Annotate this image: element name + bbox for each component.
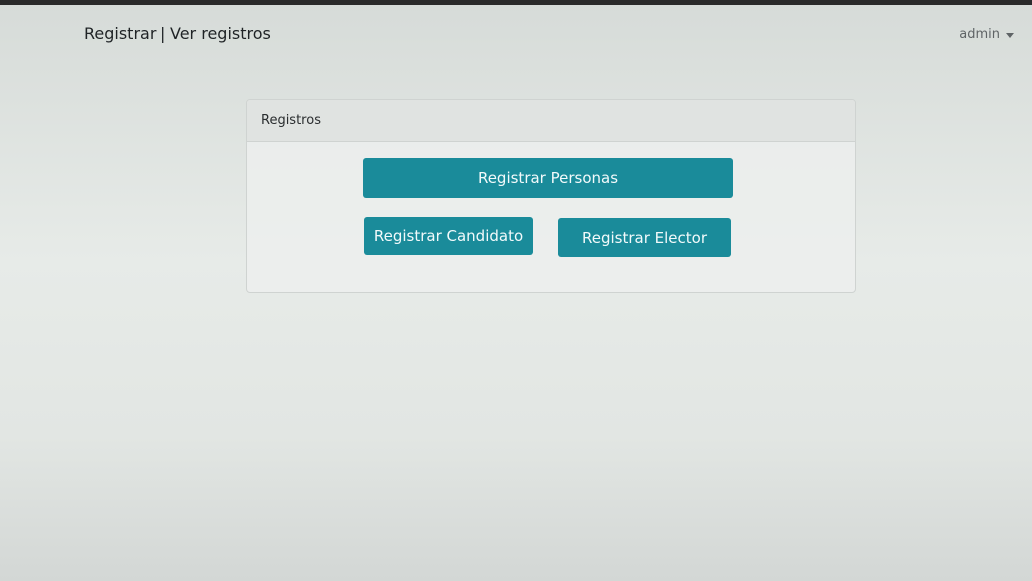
top-navbar: Registrar | Ver registros admin xyxy=(0,5,1032,67)
user-menu-dropdown[interactable]: admin xyxy=(959,27,1014,42)
panel-heading: Registros xyxy=(247,100,855,142)
registros-panel: Registros Registrar Personas Registrar C… xyxy=(246,99,856,293)
nav-link-ver-registros[interactable]: Ver registros xyxy=(170,24,271,43)
register-people-button[interactable]: Registrar Personas xyxy=(363,158,733,198)
nav-link-registrar[interactable]: Registrar xyxy=(84,24,156,43)
caret-down-icon xyxy=(1006,33,1014,38)
register-candidate-button[interactable]: Registrar Candidato xyxy=(364,217,533,255)
nav-separator: | xyxy=(160,24,166,43)
register-voter-button[interactable]: Registrar Elector xyxy=(558,218,731,257)
user-menu-label: admin xyxy=(959,27,1000,42)
